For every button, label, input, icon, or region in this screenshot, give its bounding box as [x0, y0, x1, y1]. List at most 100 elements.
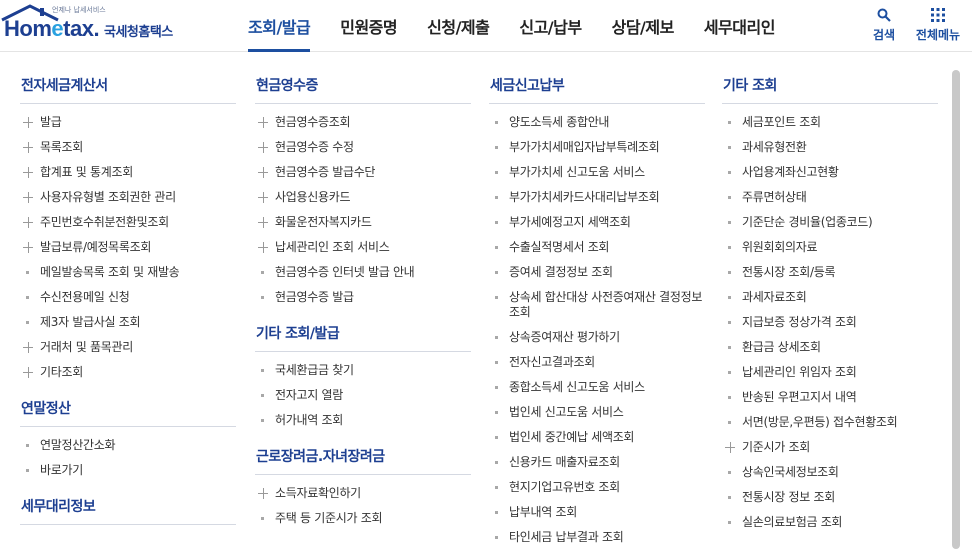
- gnb-item-1[interactable]: 조회/발급: [248, 0, 311, 52]
- scrollbar[interactable]: [952, 70, 960, 549]
- menu-item[interactable]: 지급보증 정상가격 조회: [722, 310, 938, 335]
- menu-item[interactable]: 국세환급금 찾기: [255, 358, 471, 383]
- menu-item-label: 거래처 및 품목관리: [40, 340, 133, 354]
- logo-korean-name: 국세청홈택스: [104, 25, 173, 40]
- expand-plus-icon: [22, 340, 34, 355]
- section-title[interactable]: 현금영수증: [255, 70, 471, 104]
- menu-item[interactable]: 주류면허상태: [722, 185, 938, 210]
- menu-item[interactable]: 부가가치세카드사대리납부조회: [489, 185, 705, 210]
- menu-item[interactable]: 사업용계좌신고현황: [722, 160, 938, 185]
- menu-item[interactable]: 서면(방문,우편등) 접수현황조회: [722, 410, 938, 435]
- bullet-dot-icon: [724, 165, 736, 180]
- menu-item[interactable]: 증여세 결정정보 조회: [489, 260, 705, 285]
- menu-item[interactable]: 기준단순 경비율(업종코드): [722, 210, 938, 235]
- menu-item[interactable]: 상속증여재산 평가하기: [489, 325, 705, 350]
- section-title[interactable]: 연말정산: [20, 393, 236, 427]
- section-title[interactable]: 세무대리정보: [20, 491, 236, 525]
- menu-item[interactable]: 수출실적명세서 조회: [489, 235, 705, 260]
- menu-item[interactable]: 위원회회의자료: [722, 235, 938, 260]
- menu-item[interactable]: 허가내역 조회: [255, 408, 471, 433]
- section-title[interactable]: 기타 조회: [722, 70, 938, 104]
- menu-item[interactable]: 기타조회: [20, 360, 236, 385]
- menu-item[interactable]: 현금영수증 발급: [255, 285, 471, 310]
- menu-item[interactable]: 발급: [20, 110, 236, 135]
- section-title[interactable]: 근로장려금.자녀장려금: [255, 441, 471, 475]
- menu-item[interactable]: 전자고지 열람: [255, 383, 471, 408]
- menu-item[interactable]: 양도소득세 종합안내: [489, 110, 705, 135]
- menu-item[interactable]: 법인세 중간예납 세액조회: [489, 425, 705, 450]
- menu-item[interactable]: 합계표 및 통계조회: [20, 160, 236, 185]
- menu-item[interactable]: 납부내역 조회: [489, 500, 705, 525]
- menu-section: 기타 조회/발급국세환급금 찾기 전자고지 열람 허가내역 조회: [255, 318, 471, 433]
- menu-item[interactable]: 부가세예정고지 세액조회: [489, 210, 705, 235]
- menu-item[interactable]: 현금영수증 발급수단: [255, 160, 471, 185]
- menu-item[interactable]: 전통시장 조회/등록: [722, 260, 938, 285]
- menu-item[interactable]: 현지기업고유번호 조회: [489, 475, 705, 500]
- section-title[interactable]: 세금신고납부: [489, 70, 705, 104]
- menu-item[interactable]: 메일발송목록 조회 및 재발송: [20, 260, 236, 285]
- menu-item-label: 법인세 중간예납 세액조회: [509, 430, 635, 444]
- scrollbar-thumb[interactable]: [952, 70, 960, 549]
- menu-item[interactable]: 상속세 합산대상 사전증여재산 결정정보 조회: [489, 285, 705, 325]
- menu-item[interactable]: 수신전용메일 신청: [20, 285, 236, 310]
- menu-item[interactable]: 현금영수증조회: [255, 110, 471, 135]
- menu-item[interactable]: 법인세 신고도움 서비스: [489, 400, 705, 425]
- menu-item[interactable]: 상속인국세정보조회: [722, 460, 938, 485]
- all-menu-button[interactable]: 전체메뉴: [910, 6, 966, 43]
- menu-item[interactable]: 화물운전자복지카드: [255, 210, 471, 235]
- expand-plus-icon: [22, 165, 34, 180]
- bullet-dot-icon: [724, 290, 736, 305]
- menu-item[interactable]: 소득자료확인하기: [255, 481, 471, 506]
- menu-item[interactable]: 바로가기: [20, 458, 236, 483]
- menu-section: 세금신고납부양도소득세 종합안내 부가가치세매입자납부특례조회 부가가치세 신고도움…: [489, 70, 705, 549]
- menu-item[interactable]: 현금영수증 인터넷 발급 안내: [255, 260, 471, 285]
- menu-item[interactable]: 전통시장 정보 조회: [722, 485, 938, 510]
- menu-item[interactable]: 발급보류/예정목록조회: [20, 235, 236, 260]
- bullet-dot-icon: [724, 515, 736, 530]
- gnb-item-3[interactable]: 신청/제출: [427, 0, 490, 52]
- menu-item-label: 연말정산간소화: [40, 438, 116, 452]
- gnb-item-2[interactable]: 민원증명: [340, 0, 397, 52]
- menu-item-label: 바로가기: [40, 463, 83, 477]
- menu-item[interactable]: 사업용신용카드: [255, 185, 471, 210]
- menu-item[interactable]: 제3자 발급사실 조회: [20, 310, 236, 335]
- menu-item[interactable]: 주택 등 기준시가 조회: [255, 506, 471, 531]
- search-button[interactable]: 검색: [868, 6, 900, 43]
- menu-item[interactable]: 납세관리인 조회 서비스: [255, 235, 471, 260]
- menu-item[interactable]: 연말정산간소화: [20, 433, 236, 458]
- menu-item[interactable]: 기준시가 조회: [722, 435, 938, 460]
- menu-item[interactable]: 신용카드 매출자료조회: [489, 450, 705, 475]
- menu-item[interactable]: 과세유형전환: [722, 135, 938, 160]
- all-menu-label: 전체메뉴: [915, 28, 961, 42]
- section-title[interactable]: 전자세금계산서: [20, 70, 236, 104]
- menu-item[interactable]: 세금포인트 조회: [722, 110, 938, 135]
- menu-item-label: 사업용계좌신고현황: [742, 165, 839, 179]
- menu-item[interactable]: 타인세금 납부결과 조회: [489, 525, 705, 549]
- section-title[interactable]: 기타 조회/발급: [255, 318, 471, 352]
- expand-plus-icon: [257, 190, 269, 205]
- menu-item[interactable]: 반송된 우편고지서 내역: [722, 385, 938, 410]
- expand-plus-icon: [257, 486, 269, 501]
- menu-item[interactable]: 환급금 상세조회: [722, 335, 938, 360]
- gnb-item-4[interactable]: 신고/납부: [519, 0, 582, 52]
- menu-item[interactable]: 사용자유형별 조회권한 관리: [20, 185, 236, 210]
- menu-item[interactable]: 종합소득세 신고도움 서비스: [489, 375, 705, 400]
- menu-item[interactable]: 실손의료보험금 조회: [722, 510, 938, 535]
- gnb-item-6[interactable]: 세무대리인: [704, 0, 776, 52]
- menu-item[interactable]: 목록조회: [20, 135, 236, 160]
- menu-item-label: 세금포인트 조회: [742, 115, 821, 129]
- hometax-logo[interactable]: 언제나 납세서비스 Hometax. 국세청홈택스: [0, 4, 190, 46]
- menu-item[interactable]: 부가가치세 신고도움 서비스: [489, 160, 705, 185]
- menu-item[interactable]: 거래처 및 품목관리: [20, 335, 236, 360]
- gnb-item-5[interactable]: 상담/제보: [612, 0, 675, 52]
- menu-item[interactable]: 주민번호수취분전환및조회: [20, 210, 236, 235]
- menu-item[interactable]: 전자신고결과조회: [489, 350, 705, 375]
- expand-plus-icon: [22, 240, 34, 255]
- menu-item-label: 반송된 우편고지서 내역: [742, 390, 857, 404]
- menu-item[interactable]: 부가가치세매입자납부특례조회: [489, 135, 705, 160]
- menu-item[interactable]: 현금영수증 수정: [255, 135, 471, 160]
- bullet-dot-icon: [257, 388, 269, 403]
- menu-item[interactable]: 과세자료조회: [722, 285, 938, 310]
- menu-item-label: 사업용신용카드: [275, 190, 351, 204]
- menu-item[interactable]: 납세관리인 위임자 조회: [722, 360, 938, 385]
